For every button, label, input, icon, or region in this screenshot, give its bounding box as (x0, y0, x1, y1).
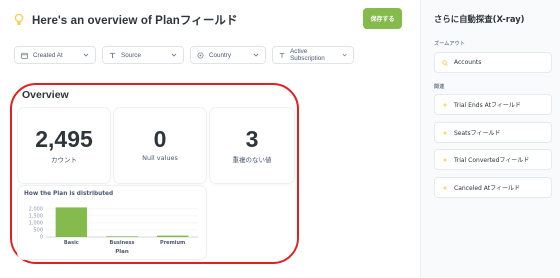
sidebar-item-label: Trial Ends Atフィールド (454, 102, 521, 109)
sidebar-item-label: Canceled Atフィールド (454, 185, 520, 192)
zoom-out-label: ズームアウト (434, 41, 466, 47)
sparkle-icon (442, 102, 448, 107)
filter-label: Country (209, 51, 232, 59)
location-icon (197, 51, 204, 59)
metric-value: 3 (245, 126, 259, 152)
metric-card-count: 2,495 カウント (18, 108, 110, 183)
chevron-down-icon (253, 53, 259, 57)
sparkle-icon (442, 130, 448, 135)
sidebar-item-trial-converted[interactable]: Trial Convertedフィールド (434, 149, 552, 170)
metric-label: カウント (51, 156, 77, 164)
calendar-icon (21, 52, 28, 59)
metric-card-distinct-values: 3 重複のない値 (210, 108, 294, 183)
x-axis-title: Plan (115, 249, 129, 255)
chevron-down-icon (342, 53, 347, 57)
y-tick-label: 2,000 (29, 207, 43, 213)
bar-premium (156, 235, 189, 237)
bar-basic (55, 207, 88, 237)
overview-heading: Overview (22, 89, 69, 101)
chevron-down-icon (83, 53, 89, 57)
sidebar-item-seats[interactable]: Seatsフィールド (434, 122, 552, 143)
x-tick-label: Business (110, 240, 135, 246)
sidebar-item-label: Trial Convertedフィールド (454, 157, 530, 164)
text-icon (279, 52, 285, 58)
sidebar-item-canceled-at[interactable]: Canceled Atフィールド (434, 177, 552, 198)
sidebar-item-label: Accounts (454, 59, 482, 66)
xray-sidebar: さらに自動探査(X-ray) ズームアウト Accounts 関連 Trial … (420, 0, 560, 278)
filter-label: Created At (33, 51, 63, 59)
page-title: Here's an overview of Planフィールド (32, 15, 238, 27)
distribution-chart-card: How the Plan is distributed 2,000 1,500 1,… (18, 186, 206, 259)
x-tick-label: Basic (64, 240, 79, 246)
filter-country[interactable]: Country (190, 46, 266, 64)
lightbulb-icon (14, 13, 24, 25)
metric-card-null-values: 0 Null values (114, 108, 206, 183)
sparkle-icon (442, 157, 448, 162)
y-tick-label: 500 (33, 228, 43, 234)
metric-value: 2,495 (35, 126, 93, 152)
metric-label: 重複のない値 (232, 156, 272, 164)
sidebar-item-label: Seatsフィールド (454, 130, 501, 137)
x-tick-label: Premium (160, 240, 185, 246)
bar-business (106, 236, 138, 237)
y-tick-label: 1,000 (29, 221, 43, 227)
sparkle-icon (442, 185, 448, 190)
distribution-bar-chart: 2,0001,5001,0005000 Basic Business Premium P… (29, 207, 198, 255)
save-button[interactable]: 保存する (363, 8, 402, 29)
filter-created-at[interactable]: Created At (14, 46, 96, 64)
metric-value: 0 (153, 126, 167, 152)
y-tick-label: 0 (40, 235, 43, 241)
sidebar-item-accounts[interactable]: Accounts (434, 52, 552, 73)
filter-source[interactable]: Source (102, 46, 184, 64)
filter-label: Source (121, 51, 141, 59)
search-icon (442, 59, 448, 66)
chevron-down-icon (171, 53, 177, 57)
main-content: Here's an overview of Planフィールド 保存する Cre… (0, 0, 420, 278)
filter-active-subscription[interactable]: Active Subscription (272, 46, 354, 64)
sidebar-item-trial-ends-at[interactable]: Trial Ends Atフィールド (434, 94, 552, 115)
sidebar-title: さらに自動探査(X-ray) (434, 14, 525, 24)
filter-bar: Created At Source Country Active Subscri… (14, 46, 354, 64)
title-row: Here's an overview of Planフィールド (14, 9, 238, 31)
y-tick-label: 1,500 (29, 214, 43, 220)
text-icon (109, 52, 116, 58)
filter-label: Active Subscription (290, 48, 325, 62)
metric-label: Null values (142, 154, 178, 162)
related-label: 関連 (434, 84, 445, 90)
